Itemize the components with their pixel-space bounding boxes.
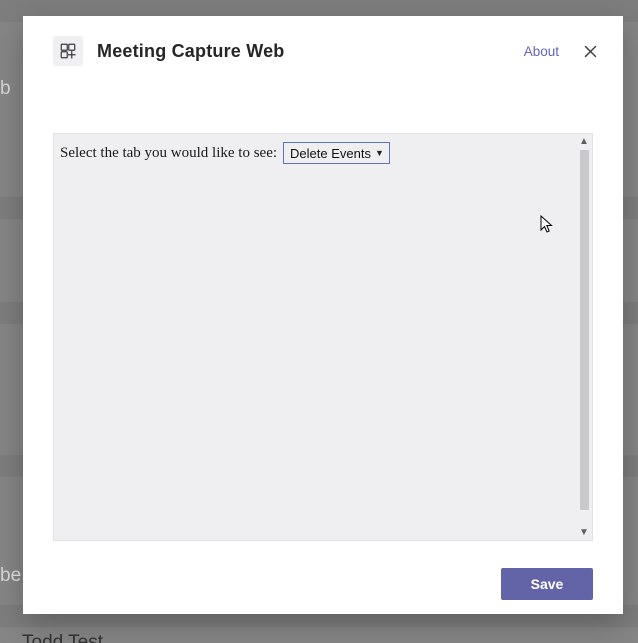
app-icon [53, 36, 83, 66]
tab-select-value: Delete Events [290, 146, 371, 161]
scroll-up-button[interactable]: ▲ [576, 134, 592, 149]
dialog-footer: Save [23, 554, 623, 614]
tab-config-content: Select the tab you would like to see: De… [53, 133, 593, 541]
about-link[interactable]: About [524, 44, 559, 59]
scrollbar-thumb[interactable] [580, 150, 589, 510]
app-background: Todd Test Meeting Capture Web About [0, 0, 638, 643]
close-icon [584, 45, 597, 58]
background-partial-text: b [0, 78, 11, 100]
scroll-down-button[interactable]: ▼ [576, 525, 592, 540]
save-button[interactable]: Save [501, 568, 593, 600]
close-button[interactable] [581, 42, 599, 60]
tab-select-dropdown[interactable]: Delete Events [283, 142, 390, 164]
dialog-header: Meeting Capture Web About [23, 16, 623, 86]
tab-select-prompt: Select the tab you would like to see: [60, 145, 277, 162]
tab-config-dialog: Meeting Capture Web About Select the tab… [23, 16, 623, 614]
dialog-title: Meeting Capture Web [97, 41, 284, 62]
scrollbar-track[interactable]: ▲ ▼ [576, 134, 592, 540]
background-partial-text: be [0, 565, 21, 587]
background-list-item: Todd Test [22, 632, 103, 643]
